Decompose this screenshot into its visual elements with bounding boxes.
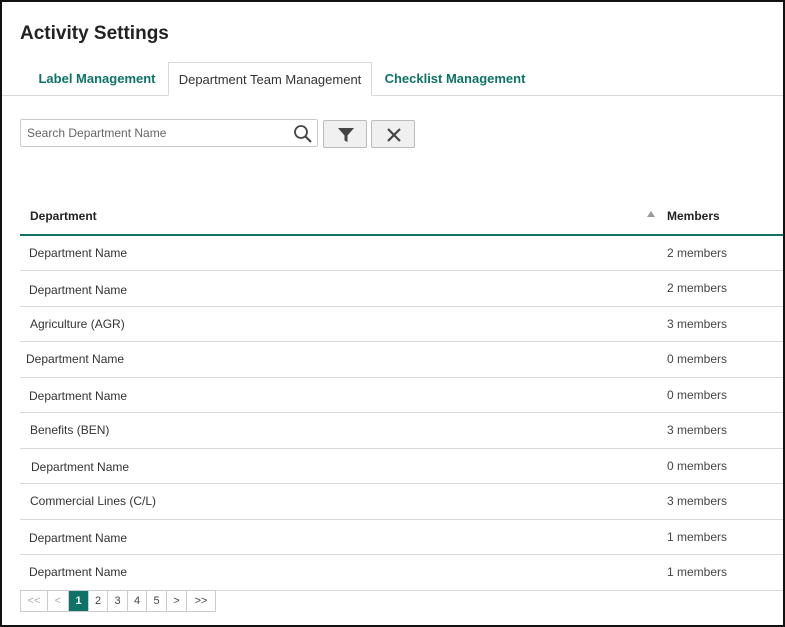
- next-page-button[interactable]: >: [167, 591, 187, 611]
- tab-label-management[interactable]: Label Management: [30, 62, 164, 95]
- search-input[interactable]: [21, 120, 287, 146]
- table-row[interactable]: Department Name 2 members: [20, 236, 783, 271]
- column-header-members[interactable]: Members: [667, 198, 720, 234]
- sort-asc-icon[interactable]: [647, 211, 655, 217]
- table-row[interactable]: Benefits (BEN) 3 members: [20, 413, 783, 449]
- table-row[interactable]: Department Name 0 members: [20, 342, 783, 378]
- members-cell: 1 members: [667, 565, 728, 579]
- members-cell: 2 members: [667, 246, 728, 260]
- table-header: Department Members: [20, 198, 783, 236]
- department-cell: Benefits (BEN): [30, 423, 110, 437]
- members-cell: 2 members: [667, 281, 728, 295]
- members-cell: 0 members: [667, 352, 728, 366]
- department-cell: Commercial Lines (C/L): [30, 494, 157, 508]
- tab-bar: Label Management Department Team Managem…: [2, 62, 783, 96]
- members-cell: 1 members: [667, 530, 728, 544]
- pagination: << < 1 2 3 4 5 > >>: [20, 590, 216, 612]
- members-cell: 3 members: [667, 494, 728, 508]
- department-cell: Department Name: [29, 389, 128, 403]
- department-table: Department Members Department Name 2 mem…: [20, 198, 783, 591]
- page-button-2[interactable]: 2: [89, 591, 108, 611]
- department-cell: Agriculture (AGR): [30, 317, 125, 331]
- page-title: Activity Settings: [20, 23, 169, 44]
- members-cell: 3 members: [667, 423, 728, 437]
- page-button-3[interactable]: 3: [108, 591, 128, 611]
- table-row[interactable]: Department Name 2 members: [20, 271, 783, 307]
- department-cell: Department Name: [29, 565, 128, 579]
- column-header-department[interactable]: Department: [30, 198, 97, 234]
- department-cell: Department Name: [29, 531, 128, 545]
- table-row[interactable]: Department Name 1 members: [20, 520, 783, 555]
- table-row[interactable]: Department Name 0 members: [20, 378, 783, 413]
- department-cell: Department Name: [29, 283, 128, 297]
- page-button-4[interactable]: 4: [128, 591, 147, 611]
- tab-department-team-management[interactable]: Department Team Management: [168, 62, 372, 96]
- department-cell: Department Name: [26, 352, 125, 366]
- clear-button[interactable]: [371, 120, 415, 148]
- table-row[interactable]: Department Name 0 members: [20, 449, 783, 484]
- prev-page-button[interactable]: <: [48, 591, 69, 611]
- filter-icon: [338, 128, 354, 142]
- app-window: Activity Settings Label Management Depar…: [0, 0, 785, 627]
- table-row[interactable]: Agriculture (AGR) 3 members: [20, 307, 783, 342]
- table-row[interactable]: Commercial Lines (C/L) 3 members: [20, 484, 783, 520]
- filter-button[interactable]: [323, 120, 367, 148]
- department-cell: Department Name: [29, 246, 128, 260]
- tab-checklist-management[interactable]: Checklist Management: [378, 62, 532, 95]
- first-page-button[interactable]: <<: [21, 591, 48, 611]
- page-button-5[interactable]: 5: [147, 591, 167, 611]
- table-row[interactable]: Department Name 1 members: [20, 555, 783, 591]
- members-cell: 3 members: [667, 317, 728, 331]
- last-page-button[interactable]: >>: [187, 591, 215, 611]
- members-cell: 0 members: [667, 459, 728, 473]
- members-cell: 0 members: [667, 388, 728, 402]
- search-field: [20, 119, 318, 147]
- search-icon[interactable]: [293, 124, 313, 144]
- close-icon: [387, 128, 401, 142]
- page-button-1[interactable]: 1: [69, 591, 89, 611]
- department-cell: Department Name: [31, 460, 130, 474]
